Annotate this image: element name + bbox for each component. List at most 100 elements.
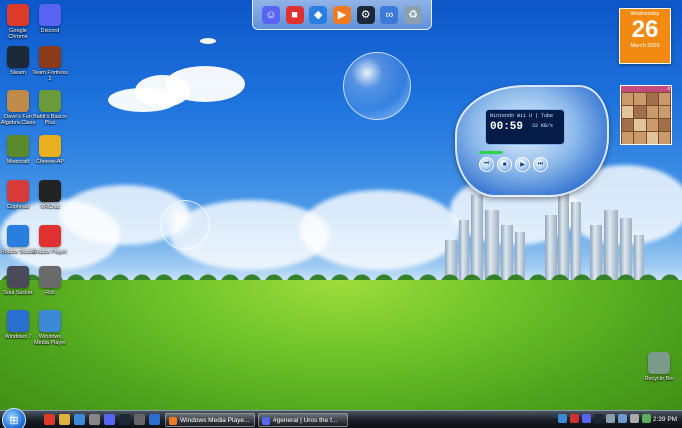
- bitrate: 32 KB/s: [532, 123, 554, 129]
- play-button[interactable]: ▶: [515, 157, 530, 172]
- building: [471, 195, 483, 280]
- next-button[interactable]: ⏭: [533, 157, 548, 172]
- track-title: Nintendo Wii U | Tube: [490, 113, 554, 119]
- cloud: [300, 190, 460, 270]
- steam-icon: [7, 46, 29, 68]
- taskbar-button-label: #general | Uros the f...: [273, 417, 338, 424]
- steam-icon[interactable]: [594, 414, 603, 423]
- desktop-icon[interactable]: Soul Sucker: [0, 266, 36, 296]
- calendar-gadget[interactable]: Wednesday 26 March 2025: [619, 8, 671, 64]
- cuphead-icon: [7, 180, 29, 202]
- gear-icon[interactable]: [134, 414, 145, 425]
- settings-icon[interactable]: [89, 414, 100, 425]
- desktop-icon-label: Dave's Fun Algebra Class: [0, 114, 36, 126]
- desktop-icon[interactable]: Discord: [32, 4, 68, 34]
- desktop-icon[interactable]: Team Fortress 2: [32, 46, 68, 82]
- player-controls: ⏮ ■ ▶ ⏭: [479, 157, 548, 172]
- desktop-icon[interactable]: Roblox Player: [32, 225, 68, 255]
- network-icon[interactable]: [606, 414, 615, 423]
- desktop-icon-label: Soul Sucker: [3, 290, 33, 296]
- media-player-window[interactable]: Nintendo Wii U | Tube 00:59 32 KB/s ⏮ ■ …: [455, 85, 609, 197]
- desktop-icon[interactable]: Google Chrome: [0, 4, 36, 40]
- vrchat-icon: [39, 180, 61, 202]
- windows-icon: [7, 310, 29, 332]
- desktop-icon-label: Windows 7: [4, 334, 32, 340]
- discord-icon[interactable]: ☺: [261, 5, 280, 24]
- daves-algebra-icon: [7, 90, 29, 112]
- desktop-icon[interactable]: Minecraft: [0, 135, 36, 165]
- desktop-icon[interactable]: Baldi's Basics Plus: [32, 90, 68, 126]
- minecraft-icon: [7, 135, 29, 157]
- baldi-icon: [39, 90, 61, 112]
- bubble: [160, 200, 210, 250]
- folder-icon[interactable]: [59, 414, 70, 425]
- clock[interactable]: 2:39 PM: [650, 411, 680, 428]
- internet-explorer-icon[interactable]: [74, 414, 85, 425]
- system-tray: [558, 414, 651, 423]
- desktop-icon-label: Discord: [40, 28, 60, 34]
- desktop-icon[interactable]: Steam: [0, 46, 36, 76]
- roblox-icon[interactable]: ■: [285, 5, 304, 24]
- desktop-icon-label: Cheese-AP: [35, 159, 65, 165]
- desktop-icon-label: Recycle Bin: [644, 376, 674, 382]
- desktop-icon-label: Roblox Player: [32, 249, 68, 255]
- track-time: 00:59: [490, 121, 524, 133]
- desktop-icon[interactable]: Windows 7: [0, 310, 36, 340]
- desktop-icon-label: VRChat: [40, 204, 60, 210]
- chrome-icon[interactable]: [44, 414, 55, 425]
- recycle-bin-icon[interactable]: ♻: [404, 5, 423, 24]
- stop-button[interactable]: ■: [497, 157, 512, 172]
- desktop-icon[interactable]: Dave's Fun Algebra Class: [0, 90, 36, 126]
- volume-slider[interactable]: [479, 151, 503, 154]
- desktop-icon-label: Roll: [45, 290, 55, 296]
- previous-button[interactable]: ⏮: [479, 157, 494, 172]
- desktop-icon[interactable]: Windows Media Player: [32, 310, 68, 346]
- picture-puzzle-gadget[interactable]: x: [620, 85, 672, 145]
- building: [571, 202, 581, 280]
- media-player-icon[interactable]: ▶: [332, 5, 351, 24]
- shield-icon[interactable]: [558, 414, 567, 423]
- desktop-icon-label: Minecraft: [6, 159, 30, 165]
- desktop[interactable]: Google Chrome Discord Steam Team Fortress 2…: [0, 0, 682, 428]
- taskbar-button-label: Windows Media Playe...: [180, 417, 250, 424]
- player-display: Nintendo Wii U | Tube 00:59 32 KB/s: [485, 109, 565, 145]
- desktop-icon[interactable]: Roblox Studio: [0, 225, 36, 255]
- cloud: [200, 38, 216, 44]
- desktop-icon[interactable]: Recycle Bin: [641, 352, 677, 382]
- desktop-icon-label: Windows Media Player: [33, 334, 67, 346]
- link-icon[interactable]: ∞: [380, 5, 399, 24]
- discord-icon[interactable]: [582, 414, 591, 423]
- soul-sucker-icon: [7, 266, 29, 288]
- discord-icon: [262, 417, 270, 425]
- chrome-icon: [7, 4, 29, 26]
- desktop-icon-label: Team Fortress 2: [32, 70, 68, 82]
- calendar-month-year: March 2025: [630, 43, 660, 49]
- tf2-icon: [39, 46, 61, 68]
- rocket-dock: ☺ ■ ◆ ▶ ⚙ ∞ ♻: [252, 0, 432, 30]
- desktop-icon[interactable]: Roll: [32, 266, 68, 296]
- puzzle-grid[interactable]: [621, 92, 671, 145]
- taskbar: ⊞ Windows Media Playe... #general | Uros …: [0, 408, 682, 428]
- taskbar-button[interactable]: Windows Media Playe...: [165, 413, 255, 427]
- volume-icon[interactable]: [630, 414, 639, 423]
- desktop-icon-label: Steam: [10, 70, 26, 76]
- building: [558, 188, 569, 280]
- chat-icon[interactable]: [618, 414, 627, 423]
- taskbar-button[interactable]: #general | Uros the f...: [258, 413, 348, 427]
- monitor-icon[interactable]: [149, 414, 160, 425]
- desktop-icon[interactable]: Cuphead: [0, 180, 36, 210]
- roblox-studio-icon[interactable]: ◆: [309, 5, 328, 24]
- discord-icon[interactable]: [104, 414, 115, 425]
- desktop-icon[interactable]: Cheese-AP: [32, 135, 68, 165]
- alert-icon[interactable]: [570, 414, 579, 423]
- steam-icon[interactable]: ⚙: [356, 5, 375, 24]
- desktop-icon-label: Google Chrome: [8, 28, 28, 40]
- windows-orb-icon[interactable]: ⊞: [2, 408, 26, 428]
- media-player-icon: [39, 310, 61, 332]
- steam-icon[interactable]: [119, 414, 130, 425]
- desktop-icon[interactable]: VRChat: [32, 180, 68, 210]
- desktop-icon-label: Cuphead: [6, 204, 30, 210]
- puzzle-close-button[interactable]: x: [667, 86, 672, 92]
- bubble: [343, 52, 411, 120]
- roblox-studio-icon: [7, 225, 29, 247]
